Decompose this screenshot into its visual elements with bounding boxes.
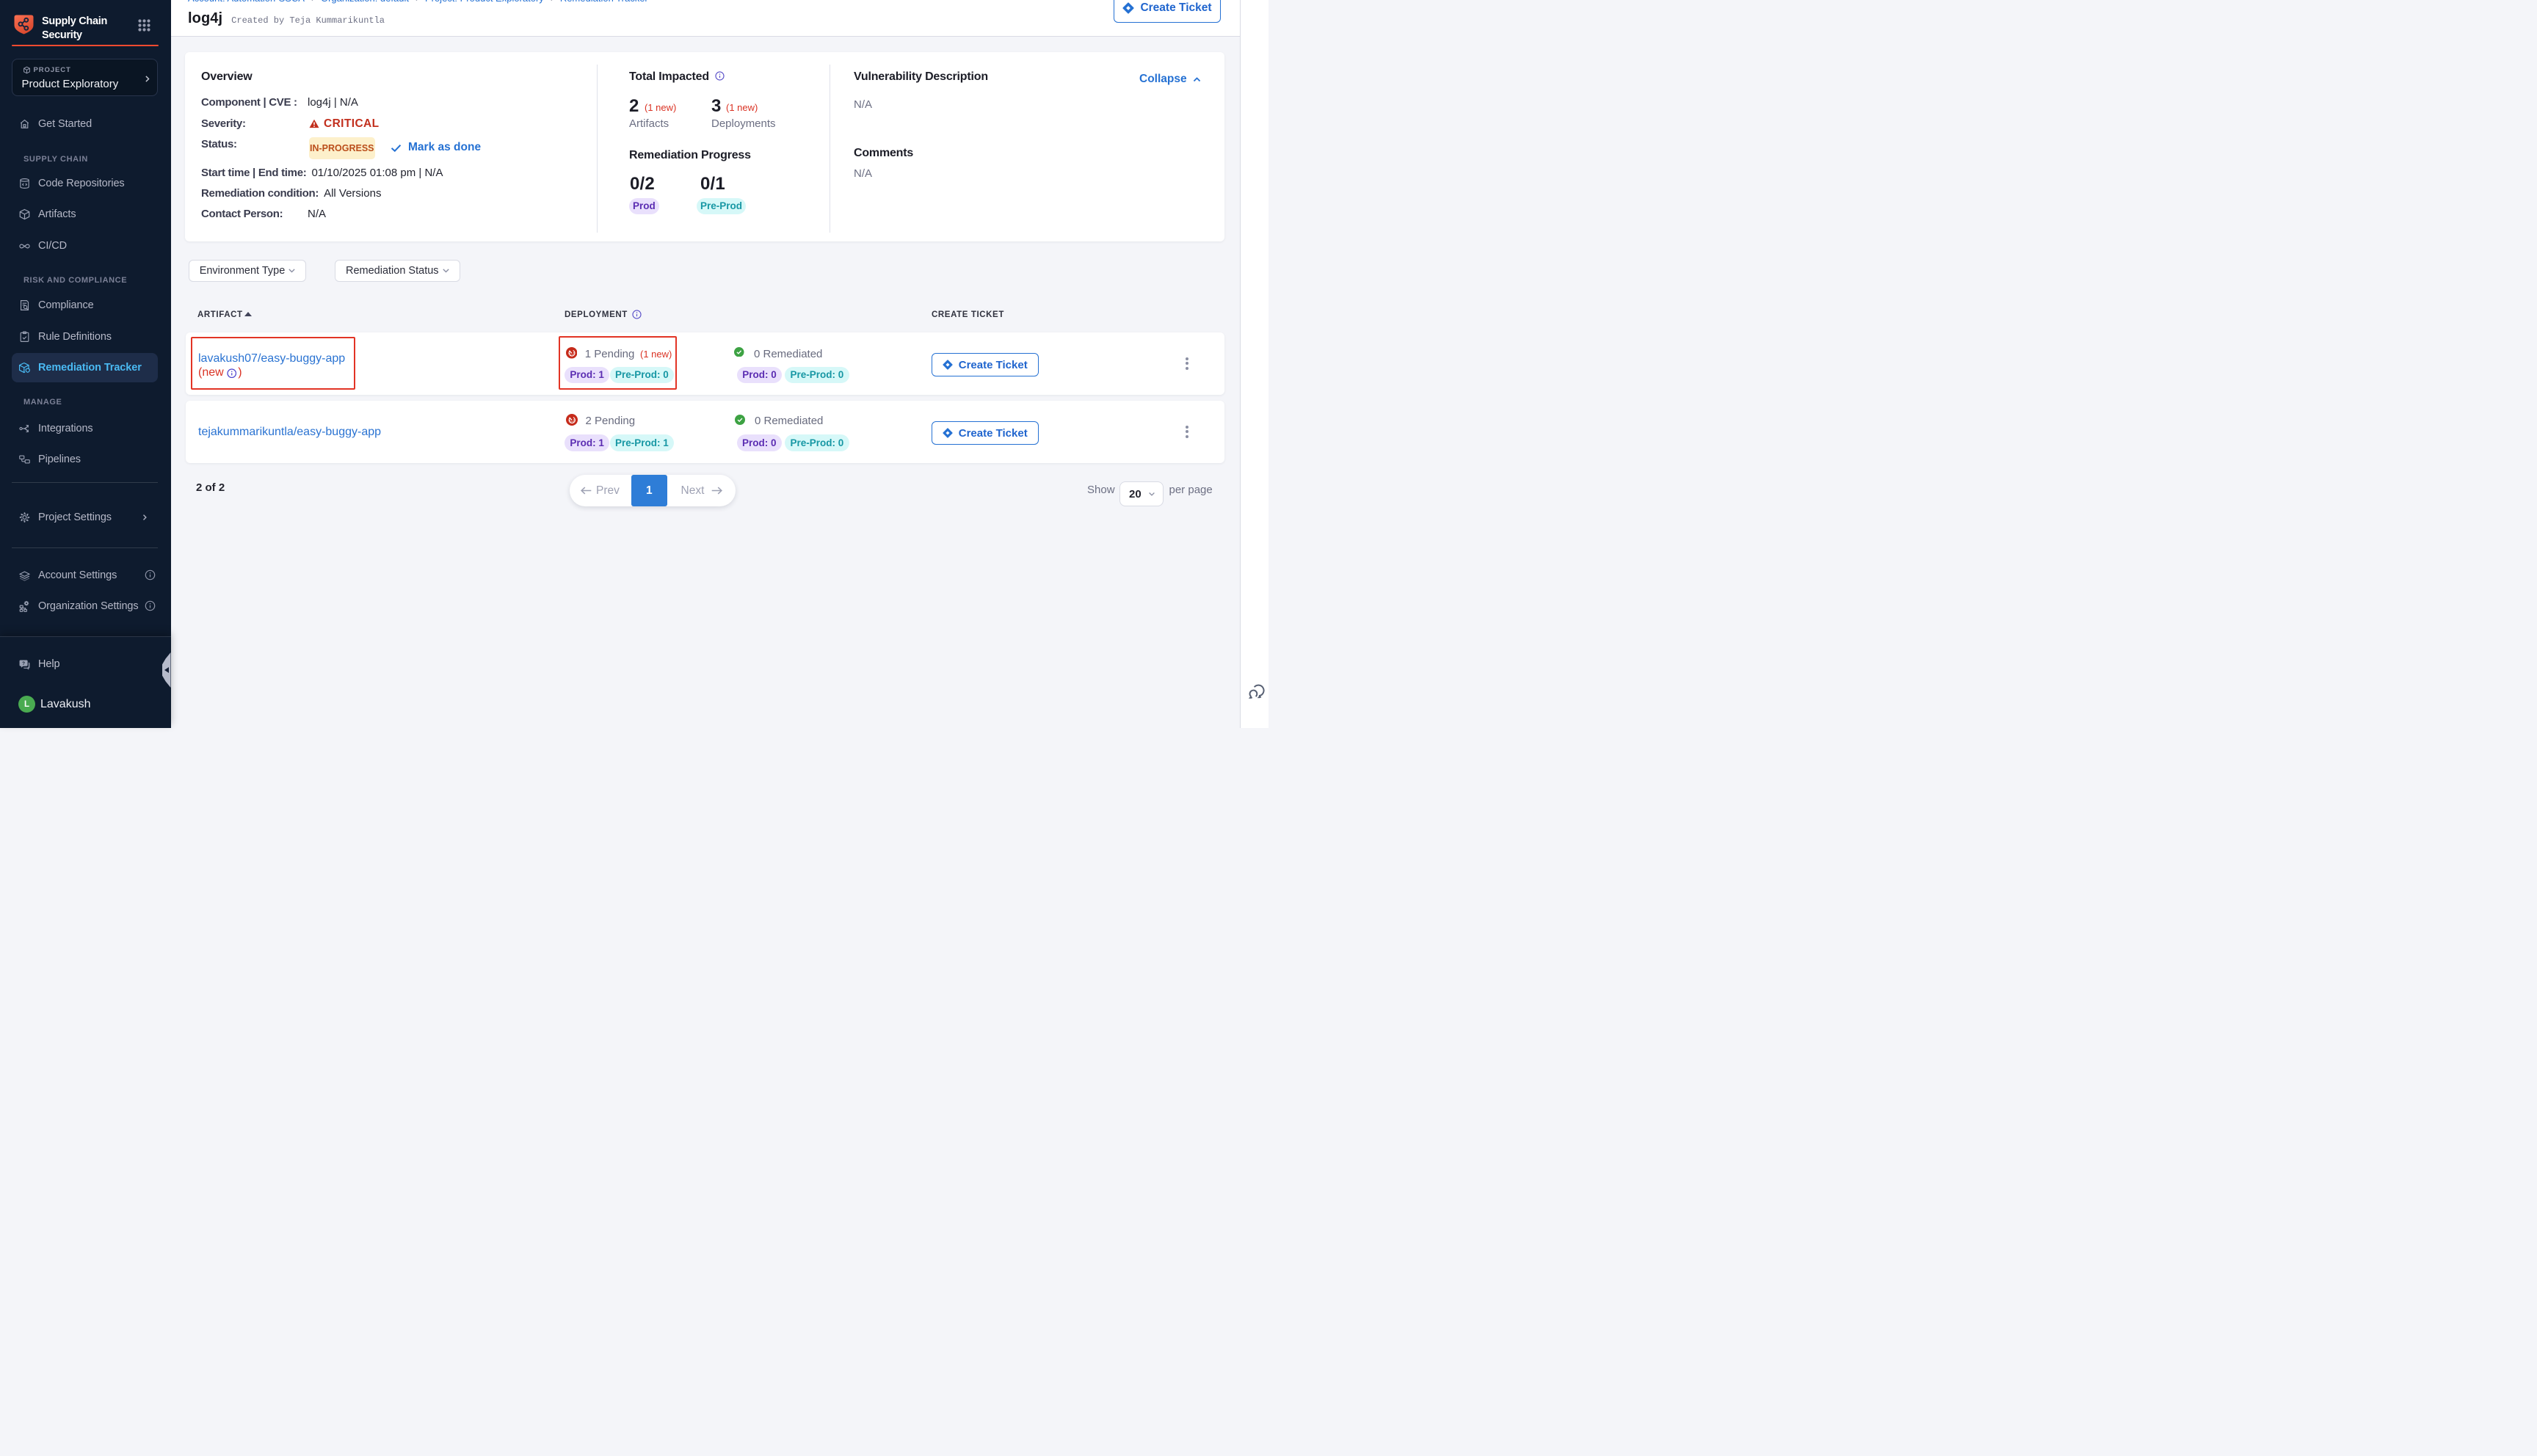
svg-text:?: ? bbox=[22, 660, 25, 666]
